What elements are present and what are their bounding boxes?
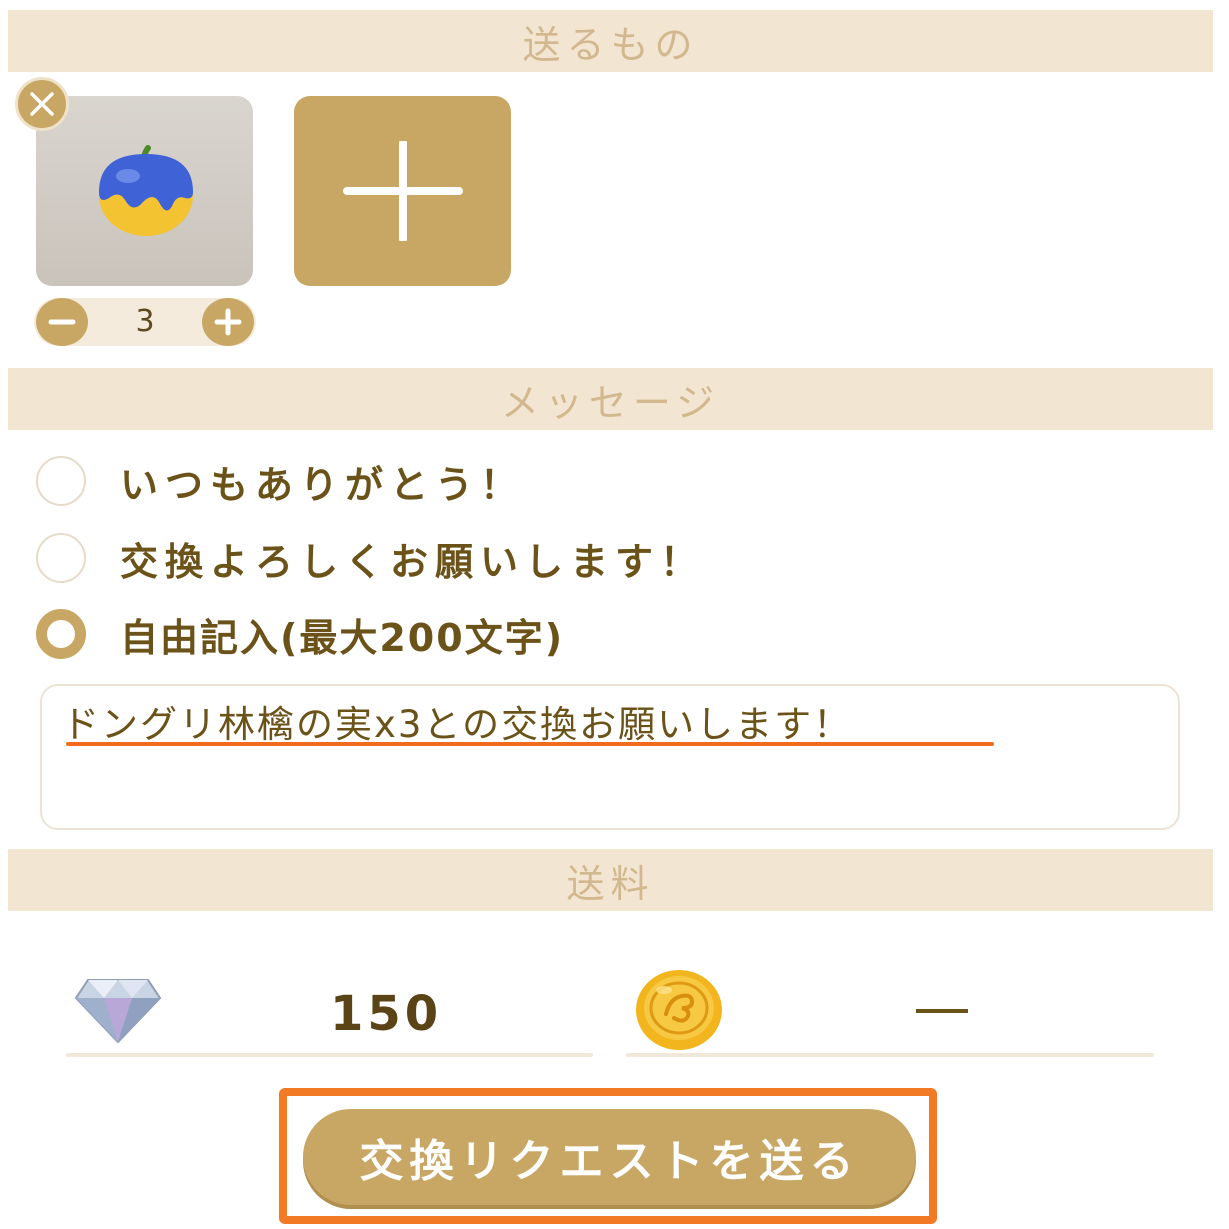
message-option-free-entry[interactable]: 自由記入(最大200文字): [36, 606, 564, 662]
input-composition-underline: [66, 742, 994, 746]
quantity-value: 3: [135, 304, 155, 339]
add-item-button[interactable]: [294, 96, 511, 286]
message-header: メッセージ: [8, 368, 1213, 430]
diamond-cost: 150: [330, 986, 443, 1042]
message-option-label: 自由記入(最大200文字): [120, 615, 565, 660]
plus-icon: [342, 141, 463, 241]
free-message-text: ドングリ林檎の実x3との交換お願いします！: [62, 703, 853, 746]
coin-cost-divider: [626, 1053, 1154, 1057]
message-option-label: 交換よろしくお願いします！: [120, 539, 706, 584]
decrease-quantity-button[interactable]: [36, 298, 88, 346]
diamond-icon: [74, 979, 162, 1044]
selected-item-tile[interactable]: [36, 96, 253, 286]
close-icon: [30, 92, 54, 116]
radio-button-selected[interactable]: [36, 609, 86, 659]
blue-apple-icon: [99, 145, 193, 236]
increase-quantity-button[interactable]: [202, 298, 254, 346]
remove-item-button[interactable]: [15, 77, 69, 131]
shipping-header: 送料: [8, 849, 1213, 911]
send-exchange-request-screen: 送るもの 3 メッセージ いつもありがとう！ 交換よろしくお願いします！ 自由記…: [0, 0, 1229, 1229]
radio-button[interactable]: [36, 533, 86, 583]
send-items-header: 送るもの: [8, 10, 1213, 72]
message-option-regards[interactable]: 交換よろしくお願いします！: [36, 530, 705, 586]
message-option-thanks[interactable]: いつもありがとう！: [36, 453, 525, 509]
minus-icon: [48, 319, 76, 325]
coin-icon: [636, 970, 722, 1050]
radio-button[interactable]: [36, 456, 86, 506]
send-exchange-request-button[interactable]: 交換リクエストを送る: [303, 1109, 916, 1205]
message-option-label: いつもありがとう！: [120, 462, 526, 507]
plus-icon: [214, 308, 242, 336]
diamond-cost-divider: [66, 1053, 593, 1057]
coin-cost-dash: [916, 1009, 968, 1013]
